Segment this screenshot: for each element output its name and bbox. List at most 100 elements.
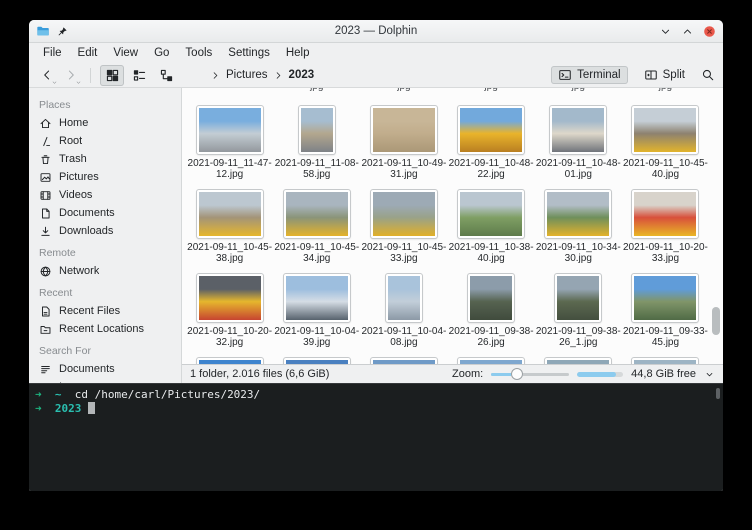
download-icon [39,225,52,238]
image-icon [39,171,52,184]
breadcrumb-current[interactable]: 2023 [286,68,318,82]
menu-item-tools[interactable]: Tools [177,45,220,61]
file-item-2021-09-11-10-45-40-jpg[interactable]: 2021-09-11_10-45-40.jpg [622,96,709,180]
file-item-2021-09-11-10-04-39-jpg[interactable]: 2021-09-11_10-04-39.jpg [273,264,360,348]
sidebar-item-label: Pictures [59,170,99,184]
file-item-2021-09-11-10-34-30-jpg[interactable]: 2021-09-11_10-34-30.jpg [535,180,622,264]
sidebar-item-home[interactable]: Home [29,114,181,132]
file-item-2021-09-11-11-47-12-jpg[interactable]: 2021-09-11_11-47-12.jpg [186,96,273,180]
search-icon[interactable] [701,68,715,82]
section-title-places: Places [29,92,181,114]
sidebar-item-root[interactable]: Root [29,132,181,150]
file-thumbnail [632,190,698,238]
prompt-directory: 2023 [42,402,82,415]
details-view-button[interactable] [127,65,151,86]
zoom-slider-handle[interactable] [511,368,523,380]
file-name-label: 2021-09-11_11-08-58.jpg [275,158,359,180]
clipped-label-row: jpgjpgjpgjpgjpg [186,88,709,96]
file-item[interactable] [360,348,447,364]
file-item-2021-09-11-09-38-26-1-jpg[interactable]: 2021-09-11_09-38-26_1.jpg [535,264,622,348]
clipped-filename-fragment: jpg [273,88,360,96]
minimize-button[interactable] [659,25,672,38]
file-item-2021-09-11-09-38-26-jpg[interactable]: 2021-09-11_09-38-26.jpg [448,264,535,348]
sidebar-item-label: Root [59,134,82,148]
file-item-2021-09-11-09-33-45-jpg[interactable]: 2021-09-11_09-33-45.jpg [622,264,709,348]
vertical-scrollbar[interactable] [710,88,722,364]
forward-button[interactable] [61,65,81,85]
breadcrumb-parent[interactable]: Pictures [223,68,271,82]
terminal-toggle-button[interactable]: Terminal [551,66,627,84]
menu-item-file[interactable]: File [35,45,70,61]
tree-view-button[interactable] [154,65,178,86]
file-item[interactable] [622,348,709,364]
file-item-2021-09-11-10-38-40-jpg[interactable]: 2021-09-11_10-38-40.jpg [448,180,535,264]
sidebar-item-documents[interactable]: Documents [29,204,181,222]
scrollbar-thumb[interactable] [712,307,720,335]
terminal-scrollbar-thumb[interactable] [716,388,720,399]
file-thumbnail [284,274,350,322]
embedded-terminal[interactable]: ➜ ~ cd /home/carl/Pictures/2023/➜ 2023 [29,383,723,491]
file-row [186,348,709,364]
chevron-down-icon [75,79,82,86]
zoom-label: Zoom: [452,368,483,380]
file-item-2021-09-11-10-48-22-jpg[interactable]: 2021-09-11_10-48-22.jpg [448,96,535,180]
menu-item-edit[interactable]: Edit [70,45,106,61]
sidebar-item-label: Trash [59,152,87,166]
terminal-button-label: Terminal [577,69,620,81]
file-name-label: 2021-09-11_10-45-34.jpg [274,242,359,264]
file-item[interactable] [186,348,273,364]
zoom-slider[interactable] [491,367,569,381]
file-name-label: 2021-09-11_10-45-38.jpg [187,242,272,264]
file-item-2021-09-11-10-45-34-jpg[interactable]: 2021-09-11_10-45-34.jpg [273,180,360,264]
sidebar-item-videos[interactable]: Videos [29,186,181,204]
sidebar-item-trash[interactable]: Trash [29,150,181,168]
sidebar-item-network[interactable]: Network [29,262,181,280]
sidebar-item-label: Documents [59,362,115,376]
file-name-label: 2021-09-11_11-47-12.jpg [188,158,272,180]
network-icon [39,265,52,278]
file-row: 2021-09-11_11-47-12.jpg2021-09-11_11-08-… [186,96,709,180]
chevron-down-icon[interactable] [704,369,715,380]
file-item-2021-09-11-10-45-33-jpg[interactable]: 2021-09-11_10-45-33.jpg [360,180,447,264]
file-thumbnail [458,106,524,154]
file-item-2021-09-11-10-20-32-jpg[interactable]: 2021-09-11_10-20-32.jpg [186,264,273,348]
icons-view-icon [105,68,120,83]
menu-item-view[interactable]: View [105,45,146,61]
file-item[interactable] [535,348,622,364]
terminal-line: ➜ ~ cd /home/carl/Pictures/2023/ [35,388,717,402]
titlebar[interactable]: 2023 — Dolphin [29,20,723,43]
file-thumbnail [197,358,263,364]
sidebar-item-label: Downloads [59,224,113,238]
file-thumbnail [371,106,437,154]
menu-item-go[interactable]: Go [146,45,177,61]
menu-item-settings[interactable]: Settings [220,45,278,61]
file-thumbnail [299,106,335,154]
menu-item-help[interactable]: Help [278,45,318,61]
close-button[interactable] [703,25,716,38]
maximize-button[interactable] [681,25,694,38]
file-item-2021-09-11-10-48-01-jpg[interactable]: 2021-09-11_10-48-01.jpg [535,96,622,180]
file-item[interactable] [448,348,535,364]
prompt-arrow: ➜ [35,402,42,415]
file-item-2021-09-11-10-20-33-jpg[interactable]: 2021-09-11_10-20-33.jpg [622,180,709,264]
sidebar-item-pictures[interactable]: Pictures [29,168,181,186]
sidebar-item-recent-files[interactable]: Recent Files [29,302,181,320]
split-view-button[interactable]: Split [637,66,692,84]
sidebar-item-label: Documents [59,206,115,220]
sidebar-item-downloads[interactable]: Downloads [29,222,181,240]
file-name-label: 2021-09-11_09-33-45.jpg [623,326,708,348]
file-item-2021-09-11-10-04-08-jpg[interactable]: 2021-09-11_10-04-08.jpg [360,264,447,348]
sidebar-item-documents[interactable]: Documents [29,360,181,378]
sidebar-item-recent-locations[interactable]: Recent Locations [29,320,181,338]
file-item[interactable] [273,348,360,364]
back-button[interactable] [37,65,57,85]
file-view[interactable]: jpgjpgjpgjpgjpg2021-09-11_11-47-12.jpg20… [182,88,723,364]
file-name-label: 2021-09-11_10-38-40.jpg [449,242,534,264]
icons-view-button[interactable] [100,65,124,86]
file-item-2021-09-11-11-08-58-jpg[interactable]: 2021-09-11_11-08-58.jpg [273,96,360,180]
file-item-2021-09-11-10-49-31-jpg[interactable]: 2021-09-11_10-49-31.jpg [360,96,447,180]
sidebar-item-label: Recent Files [59,304,120,318]
dolphin-window: 2023 — Dolphin FileEditViewGoToolsSettin… [29,20,723,491]
free-space-label: 44,8 GiB free [631,368,696,380]
file-item-2021-09-11-10-45-38-jpg[interactable]: 2021-09-11_10-45-38.jpg [186,180,273,264]
